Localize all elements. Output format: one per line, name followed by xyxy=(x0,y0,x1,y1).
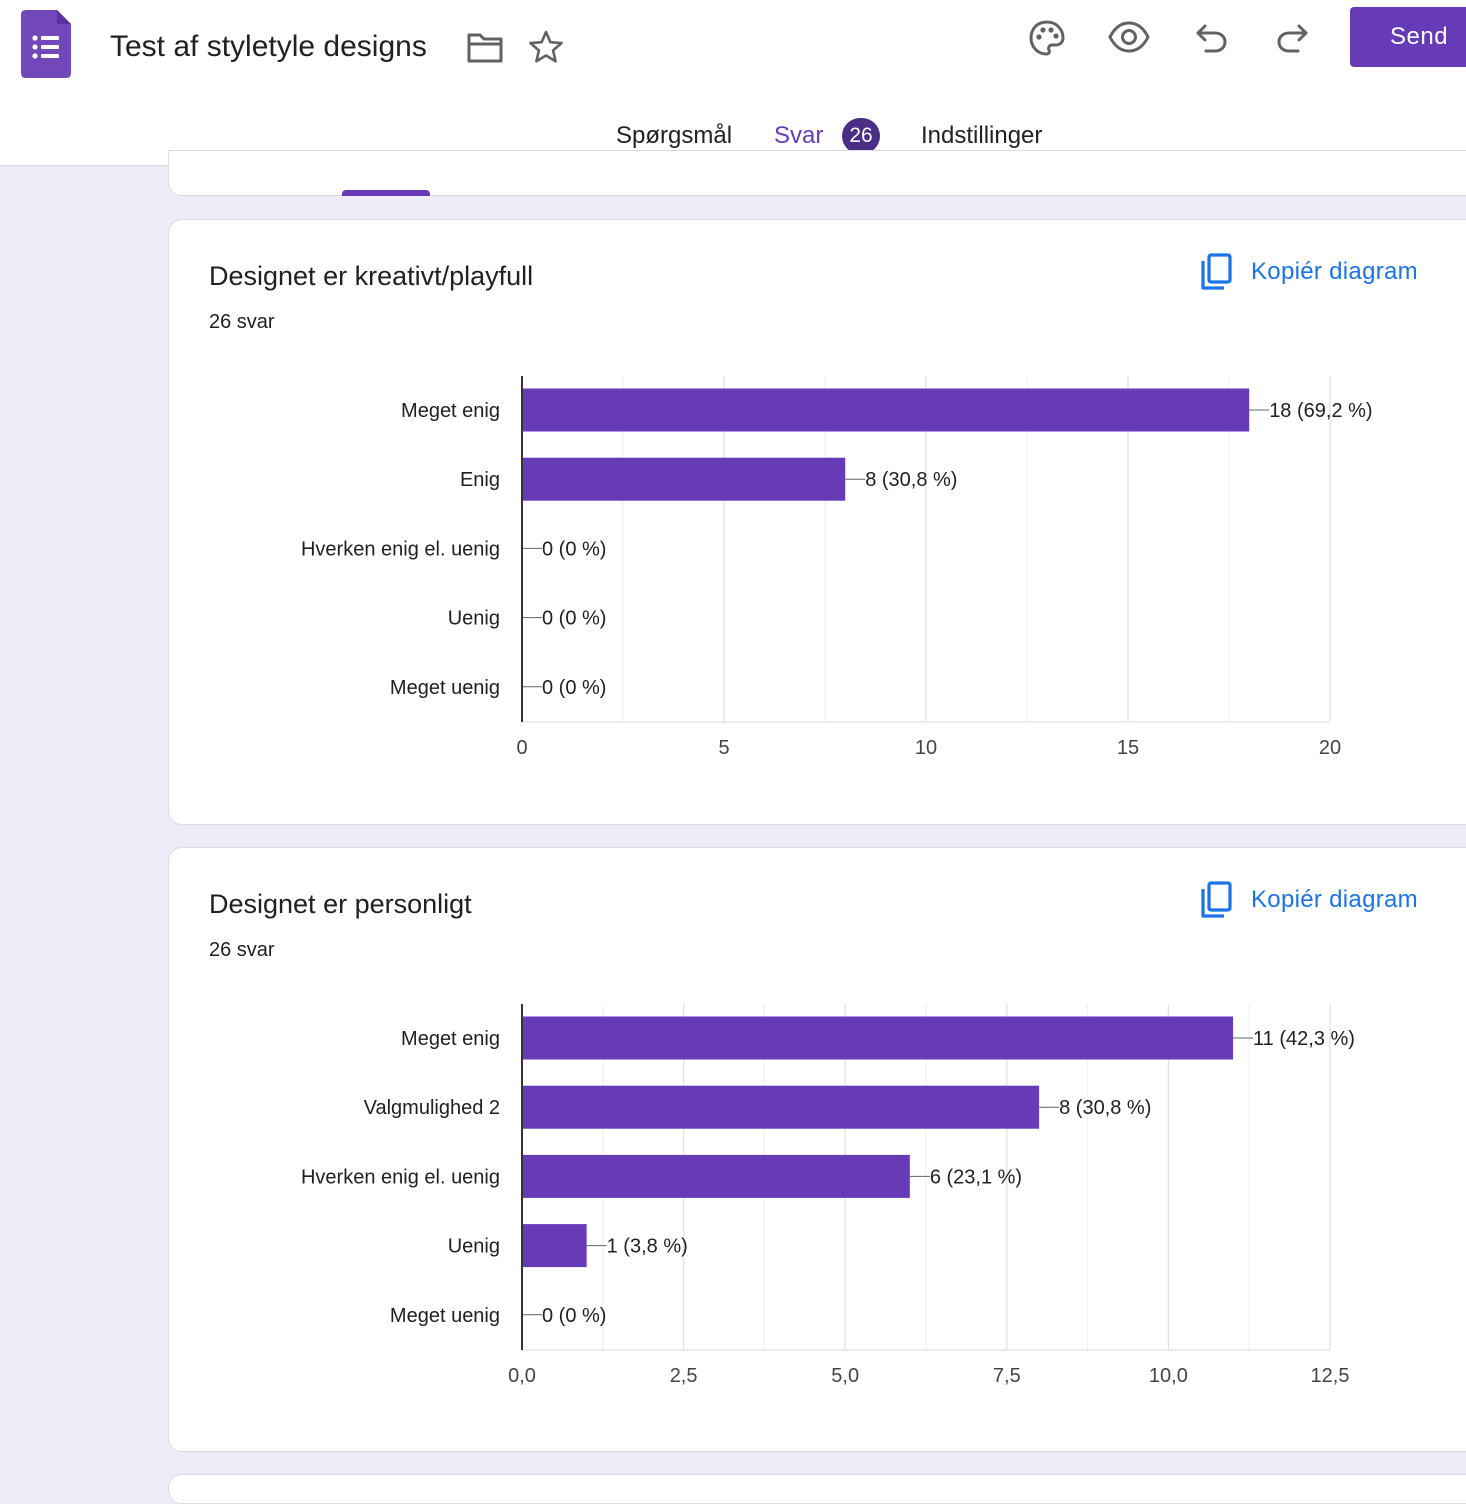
undo-icon[interactable] xyxy=(1194,22,1228,54)
tab-questions[interactable]: Spørgsmål xyxy=(616,118,732,154)
send-button[interactable]: Send xyxy=(1350,7,1466,67)
x-tick-label: 2,5 xyxy=(670,1365,698,1387)
category-label: Uenig xyxy=(448,1236,500,1258)
data-label: 1 (3,8 %) xyxy=(607,1236,688,1258)
response-summary-card: Designet er kreativt/playfull 26 svar Ko… xyxy=(168,219,1466,825)
data-label: 8 (30,8 %) xyxy=(1059,1097,1151,1119)
response-summary-card: Designet er personligt 26 svar Kopiér di… xyxy=(168,847,1466,1452)
category-label: Meget enig xyxy=(401,400,500,422)
bar-chart: 11 (42,3 %) Meget enig 8 (30,8 %) Valgmulig… xyxy=(301,1004,1355,1387)
data-label: 6 (23,1 %) xyxy=(930,1166,1022,1188)
document-title[interactable]: Test af styletyle designs xyxy=(110,27,427,67)
x-tick-label: 5,0 xyxy=(831,1365,859,1387)
bar xyxy=(522,1224,587,1268)
category-label: Enig xyxy=(460,469,500,491)
x-tick-label: 20 xyxy=(1319,737,1341,759)
folder-icon[interactable] xyxy=(466,30,504,64)
category-label: Hverken enig el. uenig xyxy=(301,1166,500,1188)
data-label: 8 (30,8 %) xyxy=(865,469,957,491)
x-tick-label: 5 xyxy=(718,737,729,759)
x-tick-label: 15 xyxy=(1117,737,1139,759)
category-label: Uenig xyxy=(448,608,500,630)
bar xyxy=(522,457,846,501)
x-tick-label: 12,5 xyxy=(1311,1365,1350,1387)
star-icon[interactable] xyxy=(528,29,564,65)
data-label: 0 (0 %) xyxy=(542,608,606,630)
bar xyxy=(522,388,1250,432)
redo-icon[interactable] xyxy=(1276,22,1310,54)
x-tick-label: 7,5 xyxy=(993,1365,1021,1387)
forms-logo-icon[interactable] xyxy=(21,10,71,78)
data-label: 0 (0 %) xyxy=(542,538,606,560)
next-response-card xyxy=(168,1474,1466,1504)
tab-settings[interactable]: Indstillinger xyxy=(921,118,1042,154)
bar xyxy=(522,1085,1040,1129)
x-tick-label: 0 xyxy=(516,737,527,759)
data-label: 0 (0 %) xyxy=(542,1305,606,1327)
bar-chart: 18 (69,2 %) Meget enig 8 (30,8 %) Enig 0 (0 … xyxy=(301,376,1373,759)
app-header: Test af styletyle designs Send Spørgsmål… xyxy=(0,0,1466,166)
category-label: Valgmulighed 2 xyxy=(364,1097,500,1119)
responses-count-badge: 26 xyxy=(842,118,880,154)
category-label: Hverken enig el. uenig xyxy=(301,538,500,560)
data-label: 18 (69,2 %) xyxy=(1269,400,1372,422)
bar xyxy=(522,1154,910,1198)
tab-responses[interactable]: Svar xyxy=(774,118,823,154)
palette-icon[interactable] xyxy=(1028,19,1066,57)
data-label: 11 (42,3 %) xyxy=(1253,1028,1355,1050)
previous-card-tab-indicator xyxy=(342,190,430,196)
x-tick-label: 10 xyxy=(915,737,937,759)
category-label: Meget enig xyxy=(401,1028,500,1050)
bar xyxy=(522,1016,1234,1060)
data-label: 0 (0 %) xyxy=(542,677,606,699)
category-label: Meget uenig xyxy=(390,677,500,699)
x-tick-label: 10,0 xyxy=(1149,1365,1188,1387)
x-tick-label: 0,0 xyxy=(508,1365,536,1387)
eye-icon[interactable] xyxy=(1108,20,1150,54)
category-label: Meget uenig xyxy=(390,1305,500,1327)
